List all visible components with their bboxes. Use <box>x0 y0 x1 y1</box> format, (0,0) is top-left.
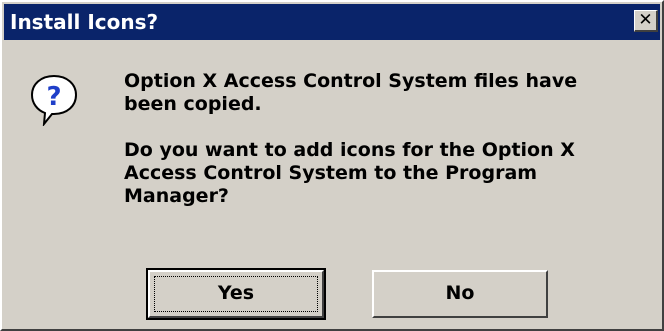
title-bar[interactable]: Install Icons? ✕ <box>4 4 660 40</box>
message-line-copied: Option X Access Control System files hav… <box>124 70 578 115</box>
install-icons-dialog: Install Icons? ✕ ? Option X Access Contr… <box>0 0 664 331</box>
question-glyph: ? <box>46 82 61 112</box>
window-title: Install Icons? <box>10 10 159 34</box>
no-button[interactable]: No <box>372 270 548 318</box>
yes-button[interactable]: Yes <box>146 268 326 320</box>
message-body: Option X Access Control System files hav… <box>124 70 644 231</box>
message-line-question: Do you want to add icons for the Option … <box>124 139 575 207</box>
yes-button-label: Yes <box>217 282 255 304</box>
no-button-label: No <box>445 282 475 304</box>
question-icon: ? <box>30 74 78 126</box>
close-icon: ✕ <box>638 10 653 30</box>
close-button[interactable]: ✕ <box>634 10 658 32</box>
